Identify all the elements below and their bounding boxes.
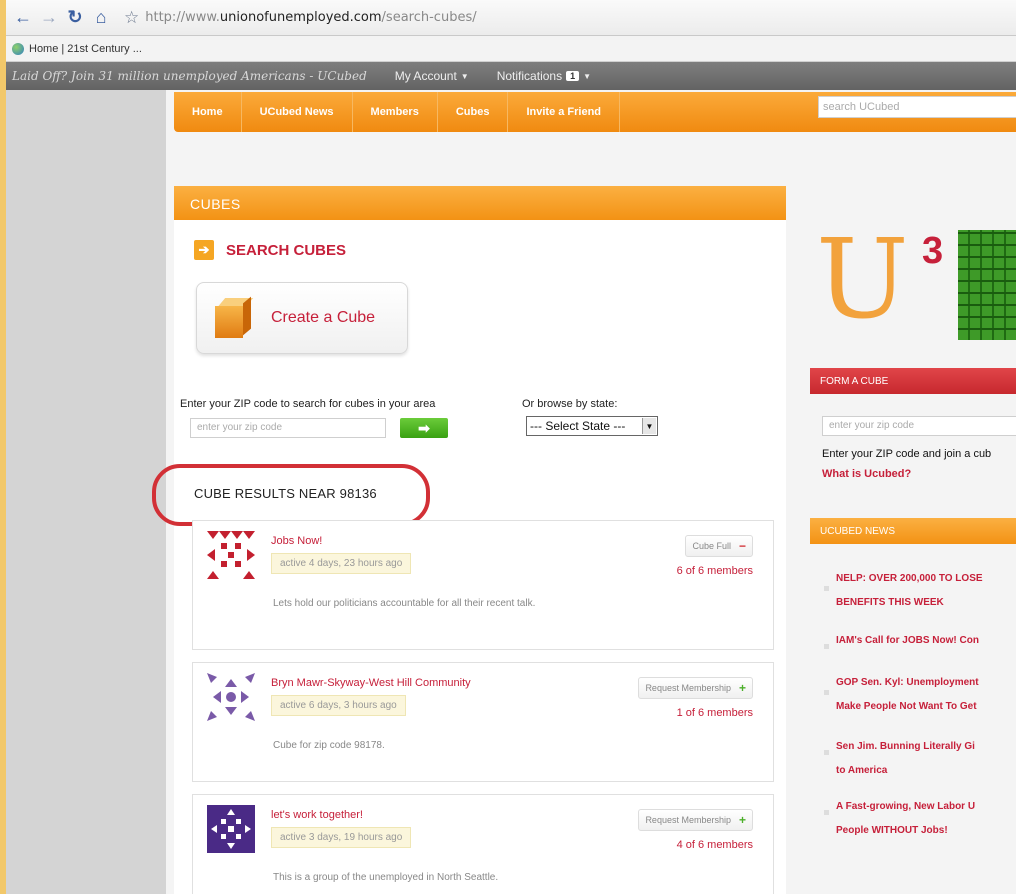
zip-search-label: Enter your ZIP code to search for cubes … bbox=[180, 398, 436, 410]
news-bullet bbox=[824, 586, 829, 591]
plus-icon: + bbox=[738, 813, 746, 827]
logo-letter: U bbox=[816, 215, 909, 343]
cube-card: let's work together! active 3 days, 19 h… bbox=[192, 794, 774, 894]
news-link[interactable]: People WITHOUT Jobs! bbox=[836, 820, 1016, 842]
news-link[interactable]: GOP Sen. Kyl: Unemployment bbox=[836, 672, 1016, 694]
news-link[interactable]: Make People Not Want To Get bbox=[836, 696, 1016, 718]
create-cube-button[interactable]: Create a Cube bbox=[196, 282, 408, 354]
notifications-menu[interactable]: Notifications 1 ▼ bbox=[497, 69, 591, 83]
news-link[interactable]: A Fast-growing, New Labor U bbox=[836, 796, 1016, 818]
star-icon[interactable]: ☆ bbox=[124, 8, 139, 28]
news-bullet bbox=[824, 644, 829, 649]
cube-button-label: Request Membership bbox=[645, 683, 731, 693]
news-link[interactable]: to America bbox=[836, 760, 1016, 782]
nav-home[interactable]: Home bbox=[174, 92, 242, 132]
cubes-panel: CUBES ➔ SEARCH CUBES Create a Cube Enter… bbox=[152, 186, 786, 894]
cube-name-link[interactable]: let's work together! bbox=[271, 809, 363, 821]
back-arrow-icon[interactable]: ← bbox=[12, 7, 34, 29]
form-cube-note: Enter your ZIP code and join a cub bbox=[822, 448, 992, 460]
cube-card: Jobs Now! active 4 days, 23 hours ago Cu… bbox=[192, 520, 774, 650]
globe-icon bbox=[12, 42, 24, 55]
news-bullet bbox=[824, 810, 829, 815]
nav-members[interactable]: Members bbox=[353, 92, 438, 132]
nav-ucubed-news[interactable]: UCubed News bbox=[242, 92, 353, 132]
url-path: /search-cubes/ bbox=[381, 10, 477, 25]
cube-avatar[interactable] bbox=[207, 805, 255, 853]
chevron-down-icon: ▼ bbox=[583, 71, 592, 81]
cube-description: This is a group of the unemployed in Nor… bbox=[273, 872, 499, 883]
cube-card: Bryn Mawr-Skyway-West Hill Community act… bbox=[192, 662, 774, 782]
zip-search-input[interactable]: enter your zip code bbox=[190, 418, 386, 438]
right-sidebar: U 3 FORM A CUBE enter your zip code Ente… bbox=[806, 220, 1016, 894]
cube-icon bbox=[213, 296, 254, 340]
bookmark-item[interactable]: Home | 21st Century ... bbox=[29, 43, 142, 55]
form-cube-zip-input[interactable]: enter your zip code bbox=[822, 416, 1016, 436]
cube-member-count: 1 of 6 members bbox=[676, 707, 753, 719]
news-bullet bbox=[824, 750, 829, 755]
url-field[interactable]: http://www.unionofunemployed.com/search-… bbox=[145, 10, 476, 25]
cube-button-label: Request Membership bbox=[645, 815, 731, 825]
search-cubes-label: SEARCH CUBES bbox=[226, 241, 347, 259]
green-cube-graphic bbox=[958, 230, 1016, 340]
my-account-menu[interactable]: My Account ▼ bbox=[395, 69, 469, 83]
cube-name-link[interactable]: Jobs Now! bbox=[271, 535, 322, 547]
zip-search-button[interactable]: ➡ bbox=[400, 418, 448, 438]
url-domain: unionofunemployed.com bbox=[219, 10, 382, 25]
news-link[interactable]: IAM's Call for JOBS Now! Con bbox=[836, 630, 1016, 652]
cube-name-link[interactable]: Bryn Mawr-Skyway-West Hill Community bbox=[271, 677, 471, 689]
minus-icon: − bbox=[738, 539, 746, 553]
chevron-down-icon: ▼ bbox=[460, 71, 469, 81]
page-content: Home UCubed News Members Cubes Invite a … bbox=[152, 90, 1016, 894]
state-select[interactable]: --- Select State --- ▼ bbox=[526, 416, 658, 436]
news-link[interactable]: BENEFITS THIS WEEK bbox=[836, 592, 1016, 614]
browser-viewport: ← → ↻ ⌂ ☆ http://www.unionofunemployed.c… bbox=[6, 0, 1016, 894]
bookmark-bar: Home | 21st Century ... bbox=[6, 36, 1016, 62]
create-cube-label: Create a Cube bbox=[271, 309, 376, 326]
arrow-right-icon: ➔ bbox=[194, 240, 214, 260]
cube-avatar[interactable] bbox=[207, 531, 255, 579]
cube-description: Cube for zip code 98178. bbox=[273, 740, 385, 751]
home-icon[interactable]: ⌂ bbox=[90, 7, 112, 29]
request-membership-button[interactable]: Request Membership + bbox=[638, 809, 753, 831]
results-heading: CUBE RESULTS NEAR 98136 bbox=[194, 486, 377, 501]
state-select-value: --- Select State --- bbox=[530, 419, 626, 433]
my-account-label: My Account bbox=[394, 69, 457, 83]
cube-avatar[interactable] bbox=[207, 673, 255, 721]
what-is-ucubed-link[interactable]: What is Ucubed? bbox=[822, 468, 911, 480]
logo-superscript: 3 bbox=[922, 230, 944, 272]
request-membership-button[interactable]: Request Membership + bbox=[638, 677, 753, 699]
cube-button-label: Cube Full bbox=[692, 541, 731, 551]
news-bullet bbox=[824, 690, 829, 695]
news-link[interactable]: Sen Jim. Bunning Literally Gi bbox=[836, 736, 1016, 758]
cube-activity: active 4 days, 23 hours ago bbox=[271, 553, 412, 574]
forward-arrow-icon[interactable]: → bbox=[38, 7, 60, 29]
nav-cubes[interactable]: Cubes bbox=[438, 92, 509, 132]
cube-description: Lets hold our politicians accountable fo… bbox=[273, 598, 536, 609]
form-cube-header: FORM A CUBE bbox=[810, 368, 1016, 394]
search-cubes-heading: ➔ SEARCH CUBES bbox=[194, 240, 346, 260]
dropdown-arrow-icon[interactable]: ▼ bbox=[642, 418, 656, 434]
site-top-bar: Laid Off? Join 31 million unemployed Ame… bbox=[6, 62, 1016, 90]
address-bar: ← → ↻ ⌂ ☆ http://www.unionofunemployed.c… bbox=[6, 0, 1016, 36]
reload-icon[interactable]: ↻ bbox=[64, 7, 86, 29]
cube-member-count: 4 of 6 members bbox=[676, 839, 753, 851]
notifications-label: Notifications bbox=[496, 69, 563, 83]
main-nav: Home UCubed News Members Cubes Invite a … bbox=[174, 92, 800, 132]
cube-activity: active 3 days, 19 hours ago bbox=[271, 827, 412, 848]
site-search-input[interactable]: search UCubed bbox=[818, 96, 1016, 118]
news-link[interactable]: NELP: OVER 200,000 TO LOSE bbox=[836, 568, 1016, 590]
cube-activity: active 6 days, 3 hours ago bbox=[271, 695, 406, 716]
arrow-right-icon: ➡ bbox=[418, 419, 430, 436]
ucubed-logo: U 3 bbox=[806, 224, 1016, 350]
site-tagline: Laid Off? Join 31 million unemployed Ame… bbox=[12, 69, 367, 83]
cube-member-count: 6 of 6 members bbox=[676, 565, 753, 577]
plus-icon: + bbox=[738, 681, 746, 695]
nav-invite-friend[interactable]: Invite a Friend bbox=[508, 92, 621, 132]
section-header: CUBES bbox=[174, 186, 786, 220]
notification-count-badge: 1 bbox=[566, 71, 580, 81]
ucubed-news-header: UCUBED NEWS bbox=[810, 518, 1016, 544]
state-browse-label: Or browse by state: bbox=[522, 398, 618, 410]
cube-full-button[interactable]: Cube Full − bbox=[685, 535, 753, 557]
url-prefix: http://www. bbox=[145, 10, 220, 25]
